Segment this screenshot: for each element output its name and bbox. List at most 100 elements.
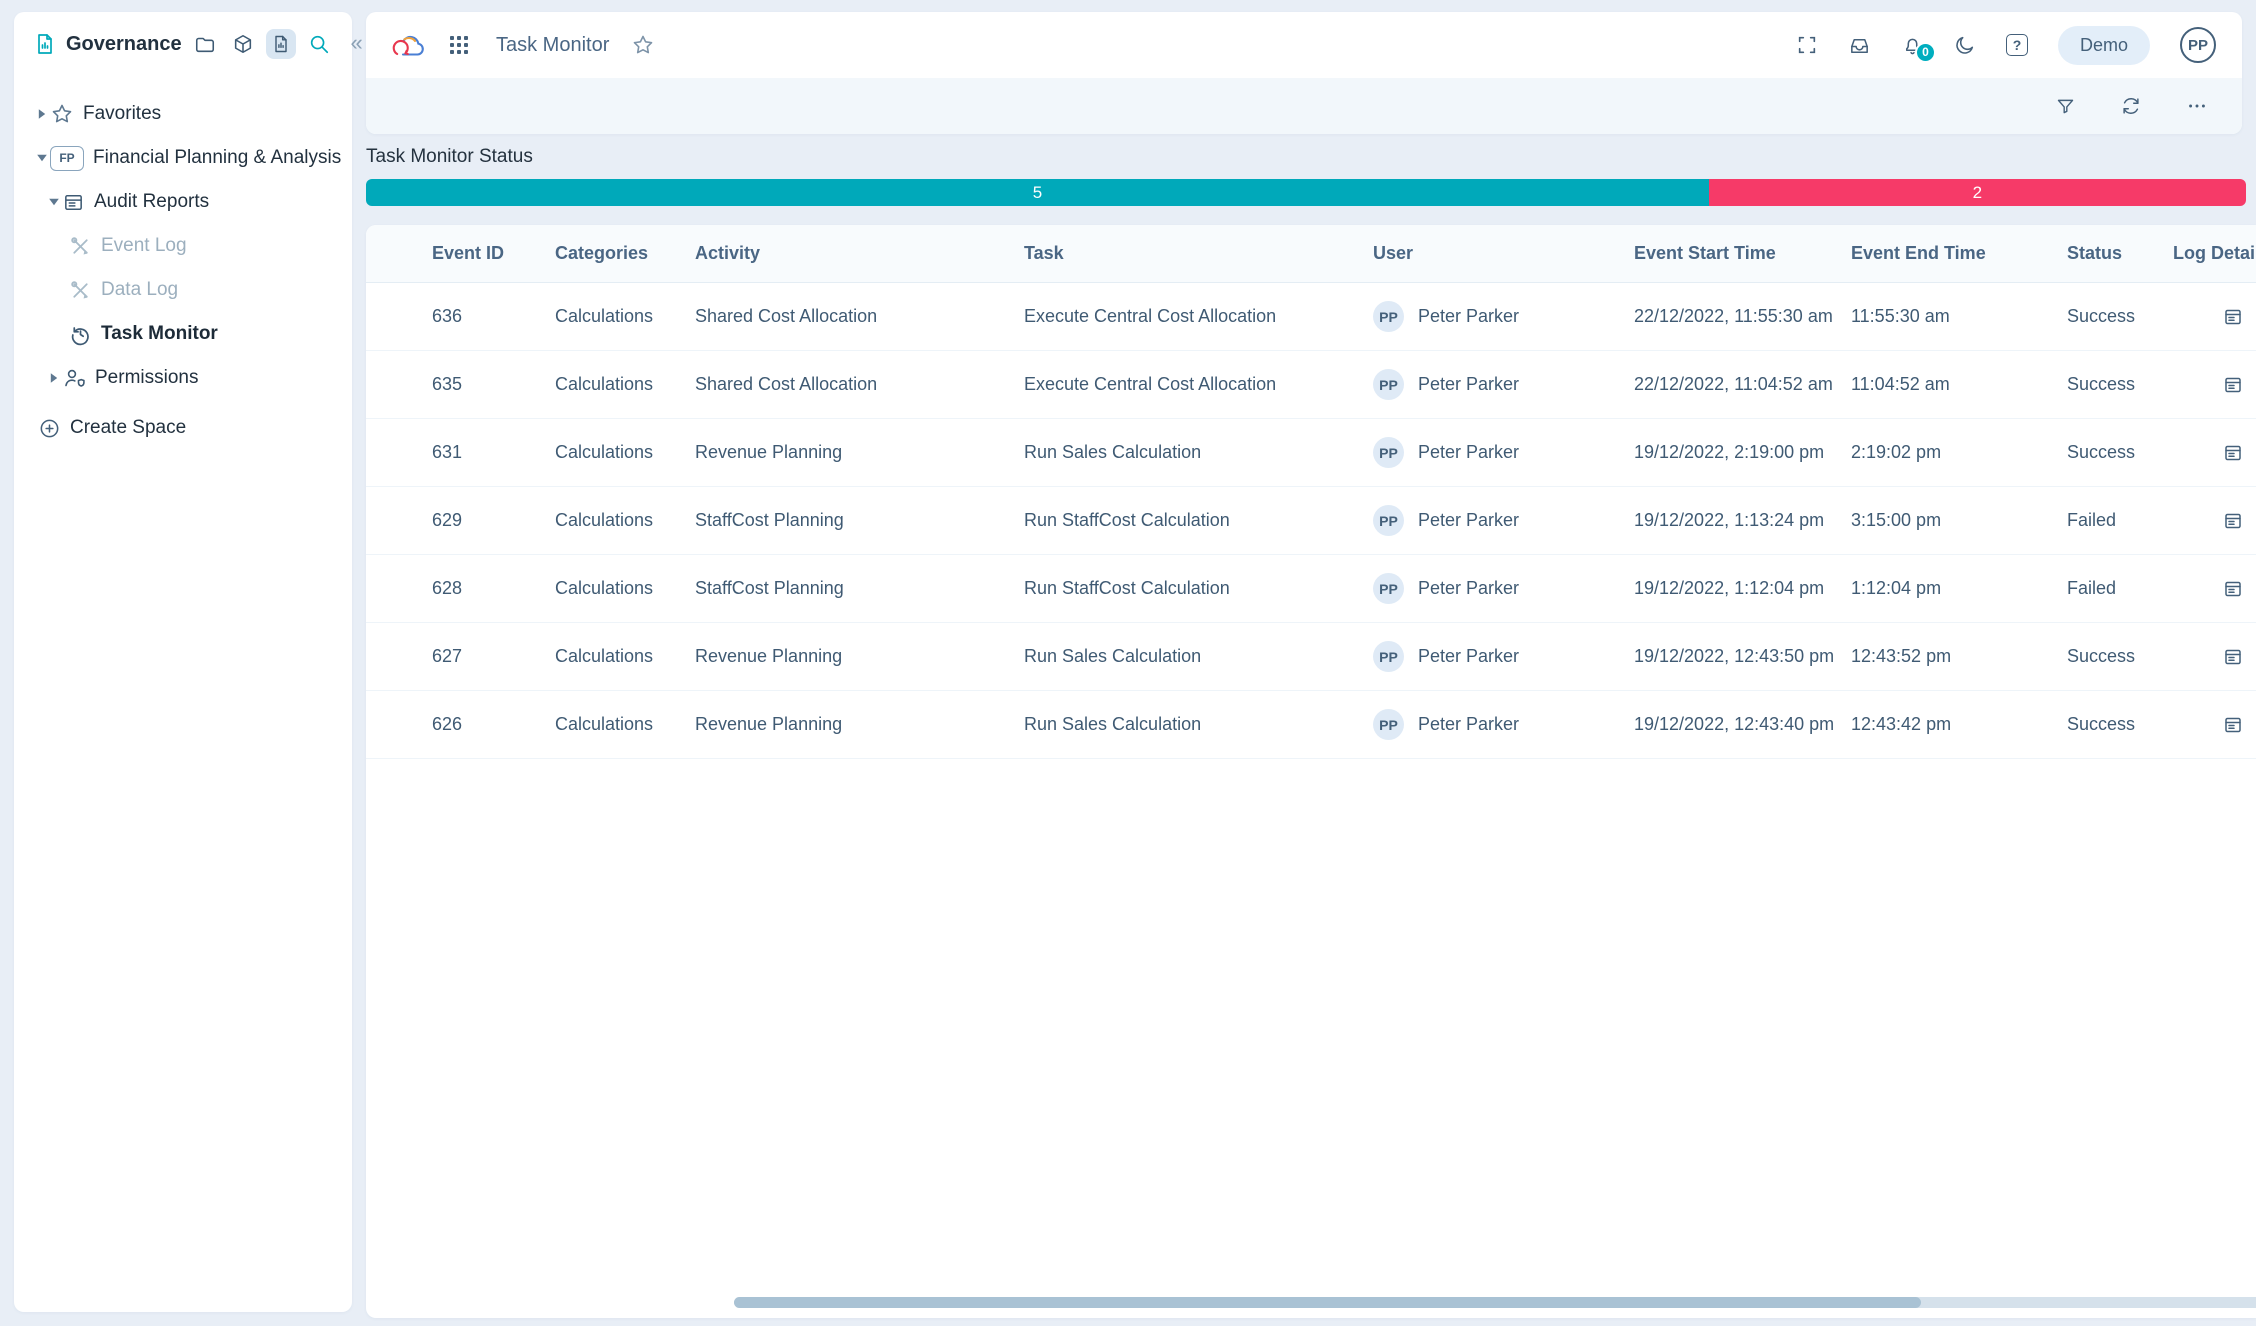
dark-mode-moon-icon[interactable] xyxy=(1954,34,1976,56)
cell-end: 11:55:30 am xyxy=(1851,306,2067,327)
page-title: Task Monitor xyxy=(496,34,609,57)
governance-report-icon xyxy=(32,29,58,59)
table-row[interactable]: 627 Calculations Revenue Planning Run Sa… xyxy=(366,623,2256,691)
cube-icon[interactable] xyxy=(228,29,258,59)
cell-event-id: 626 xyxy=(432,714,555,735)
column-header-log-details[interactable]: Log Details xyxy=(2173,243,2256,264)
demo-badge[interactable]: Demo xyxy=(2058,26,2150,65)
notifications-bell-icon[interactable]: 0 xyxy=(1901,34,1924,57)
caret-down-icon[interactable] xyxy=(46,198,62,206)
sidebar-item-task-monitor[interactable]: Task Monitor xyxy=(14,312,352,356)
fullscreen-icon[interactable] xyxy=(1796,34,1818,56)
topbar-left: Task Monitor xyxy=(390,30,655,60)
column-header-event-id[interactable]: Event ID xyxy=(432,243,555,264)
user-shield-icon xyxy=(62,366,86,390)
search-icon[interactable] xyxy=(304,29,334,59)
cell-task: Run Sales Calculation xyxy=(1024,714,1373,735)
cell-user: Peter Parker xyxy=(1418,646,1519,667)
cell-user: Peter Parker xyxy=(1418,306,1519,327)
sidebar-item-label: Data Log xyxy=(101,279,178,301)
table-row[interactable]: 636 Calculations Shared Cost Allocation … xyxy=(366,283,2256,351)
refresh-icon[interactable] xyxy=(2120,95,2142,117)
cell-activity: Shared Cost Allocation xyxy=(695,306,1024,327)
cell-category: Calculations xyxy=(555,442,695,463)
tools-icon xyxy=(69,279,92,302)
caret-down-icon[interactable] xyxy=(34,154,50,162)
table-row[interactable]: 626 Calculations Revenue Planning Run Sa… xyxy=(366,691,2256,759)
cell-task: Run StaffCost Calculation xyxy=(1024,578,1373,599)
sidebar-item-data-log[interactable]: Data Log xyxy=(14,268,352,312)
more-options-icon[interactable] xyxy=(2186,95,2208,117)
log-details-icon[interactable] xyxy=(2221,713,2245,737)
sidebar-item-audit-reports[interactable]: Audit Reports xyxy=(14,180,352,224)
table-header: Event ID Categories Activity Task User E… xyxy=(366,225,2256,283)
apps-grid-icon[interactable] xyxy=(448,34,470,56)
horizontal-scrollbar[interactable] xyxy=(734,1297,2256,1308)
cell-event-id: 629 xyxy=(432,510,555,531)
log-details-icon[interactable] xyxy=(2221,305,2245,329)
user-avatar[interactable]: PP xyxy=(2180,27,2216,63)
reports-view-icon[interactable] xyxy=(266,29,296,59)
cell-start: 19/12/2022, 1:12:04 pm xyxy=(1634,578,1851,599)
star-icon xyxy=(50,102,74,126)
log-details-icon[interactable] xyxy=(2221,441,2245,465)
status-segment-value: 5 xyxy=(1033,183,1042,203)
table-row[interactable]: 628 Calculations StaffCost Planning Run … xyxy=(366,555,2256,623)
create-space-button[interactable]: Create Space xyxy=(14,406,352,450)
log-details-icon[interactable] xyxy=(2221,645,2245,669)
cell-user: Peter Parker xyxy=(1418,714,1519,735)
status-segment[interactable]: 2 xyxy=(1709,179,2246,206)
column-header-activity[interactable]: Activity xyxy=(695,243,1024,264)
cell-user-wrap: PP Peter Parker xyxy=(1373,369,1634,400)
cell-user: Peter Parker xyxy=(1418,578,1519,599)
plus-circle-icon xyxy=(38,417,61,440)
sidebar-item-favorites[interactable]: Favorites xyxy=(14,92,352,136)
favorite-star-icon[interactable] xyxy=(631,33,655,57)
column-header-event-end-time[interactable]: Event End Time xyxy=(1851,243,2067,264)
cell-start: 19/12/2022, 12:43:40 pm xyxy=(1634,714,1851,735)
table-row[interactable]: 635 Calculations Shared Cost Allocation … xyxy=(366,351,2256,419)
cell-task: Execute Central Cost Allocation xyxy=(1024,374,1373,395)
sidebar-item-permissions[interactable]: Permissions xyxy=(14,356,352,400)
caret-right-icon[interactable] xyxy=(34,108,50,120)
cell-event-id: 627 xyxy=(432,646,555,667)
cell-end: 3:15:00 pm xyxy=(1851,510,2067,531)
log-details-icon[interactable] xyxy=(2221,577,2245,601)
sidebar-item-event-log[interactable]: Event Log xyxy=(14,224,352,268)
cell-status: Failed xyxy=(2067,510,2173,531)
cell-task: Run Sales Calculation xyxy=(1024,442,1373,463)
cell-start: 22/12/2022, 11:55:30 am xyxy=(1634,306,1851,327)
column-header-categories[interactable]: Categories xyxy=(555,243,695,264)
caret-right-icon[interactable] xyxy=(46,372,62,384)
column-header-task[interactable]: Task xyxy=(1024,243,1373,264)
status-stacked-bar: 5 2 xyxy=(366,179,2246,206)
cell-event-id: 628 xyxy=(432,578,555,599)
column-header-user[interactable]: User xyxy=(1373,243,1634,264)
table-row[interactable]: 629 Calculations StaffCost Planning Run … xyxy=(366,487,2256,555)
log-details-icon[interactable] xyxy=(2221,509,2245,533)
cell-activity: Shared Cost Allocation xyxy=(695,374,1024,395)
sidebar-item-financial-planning[interactable]: FP Financial Planning & Analysis xyxy=(14,136,352,180)
column-header-status[interactable]: Status xyxy=(2067,243,2173,264)
jedox-cloud-logo[interactable] xyxy=(390,30,430,60)
help-icon[interactable]: ? xyxy=(2006,34,2028,56)
main-header: Task Monitor xyxy=(366,12,2242,134)
filter-icon[interactable] xyxy=(2055,96,2076,117)
cell-status: Success xyxy=(2067,374,2173,395)
sidebar-item-label: Permissions xyxy=(95,367,198,389)
cell-user: Peter Parker xyxy=(1418,374,1519,395)
log-details-icon[interactable] xyxy=(2221,373,2245,397)
avatar: PP xyxy=(1373,369,1404,400)
cell-task: Run Sales Calculation xyxy=(1024,646,1373,667)
column-header-event-start-time[interactable]: Event Start Time xyxy=(1634,243,1851,264)
folder-icon[interactable] xyxy=(190,29,220,59)
cell-user-wrap: PP Peter Parker xyxy=(1373,301,1634,332)
cell-start: 19/12/2022, 1:13:24 pm xyxy=(1634,510,1851,531)
inbox-icon[interactable] xyxy=(1848,34,1871,57)
scrollbar-thumb[interactable] xyxy=(734,1297,1921,1308)
sidebar-header: Governance « xyxy=(14,12,352,76)
status-segment[interactable]: 5 xyxy=(366,179,1709,206)
table-row[interactable]: 631 Calculations Revenue Planning Run Sa… xyxy=(366,419,2256,487)
sidebar-item-label: Event Log xyxy=(101,235,187,257)
sidebar-item-label: Task Monitor xyxy=(101,323,218,345)
